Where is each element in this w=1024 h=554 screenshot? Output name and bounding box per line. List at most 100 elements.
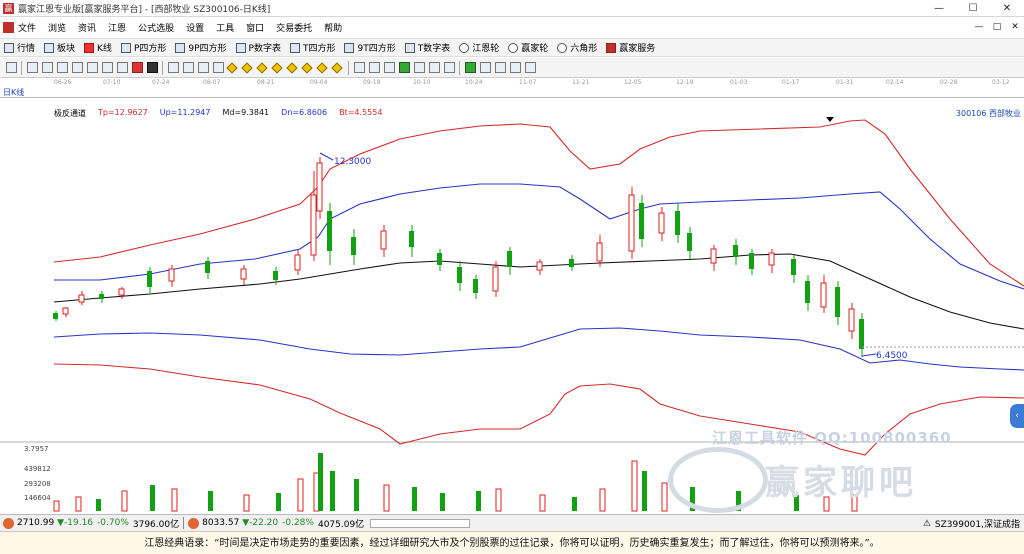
- maximize-button[interactable]: ☐: [956, 0, 990, 17]
- candle-body: [768, 252, 775, 266]
- menu-browse[interactable]: 浏览: [48, 21, 66, 34]
- volume-label: 293208: [24, 480, 51, 488]
- candle-body: [628, 194, 635, 252]
- kline-chart[interactable]: 12.3000 6.4500: [0, 99, 1024, 514]
- table-icon: [404, 42, 415, 53]
- menu-settings[interactable]: 设置: [186, 21, 204, 34]
- toolbar-p-square[interactable]: P四方形: [120, 41, 166, 54]
- diamond-tool-icon[interactable]: [271, 61, 283, 74]
- green-tool-icon[interactable]: [399, 62, 410, 73]
- black-marker-icon[interactable]: [147, 62, 158, 73]
- date-tick: 10-24: [465, 79, 483, 86]
- candle-body: [168, 268, 175, 282]
- diamond-tool-icon[interactable]: [241, 61, 253, 74]
- diamond-tool-icon[interactable]: [226, 61, 238, 74]
- menu-tools[interactable]: 工具: [216, 21, 234, 34]
- diamond-tool-icon[interactable]: [316, 61, 328, 74]
- candle-body: [687, 233, 692, 251]
- toolbar-quotes[interactable]: 行情: [4, 41, 35, 54]
- candle-body: [848, 308, 855, 332]
- candle-body: [507, 251, 512, 267]
- candle-tool-icon[interactable]: [117, 62, 128, 73]
- info-tool-icon[interactable]: [42, 62, 53, 73]
- ray-tool-icon[interactable]: [414, 62, 425, 73]
- menu-help[interactable]: 帮助: [324, 21, 342, 34]
- date-tick: 01-03: [730, 79, 748, 86]
- volume-bar: [276, 493, 281, 511]
- status-scrollbar[interactable]: [370, 518, 471, 528]
- shenzhen-index-icon[interactable]: [188, 517, 200, 529]
- high-price-label: 12.3000: [334, 157, 371, 167]
- toolbar-t-square[interactable]: T四方形: [289, 41, 335, 54]
- period-label[interactable]: 日K线: [3, 87, 24, 98]
- watermark-text: 江恩工具软件 QQ:100800360: [712, 429, 952, 447]
- diamond-tool-icon[interactable]: [301, 61, 313, 74]
- shanghai-index-icon[interactable]: [3, 517, 14, 529]
- candle-body: [492, 266, 499, 292]
- candle-tool-icon[interactable]: [72, 62, 83, 73]
- toolbar-service[interactable]: 赢家服务: [606, 41, 655, 54]
- menu-trade[interactable]: 交易委托: [276, 21, 312, 34]
- candle-body: [820, 282, 827, 308]
- next-bar-icon[interactable]: [198, 62, 209, 73]
- volume-bar: [330, 471, 335, 511]
- toolbar-t-table[interactable]: T数字表: [404, 41, 450, 54]
- line-tool-icon[interactable]: [384, 62, 395, 73]
- fan-tool-icon[interactable]: [429, 62, 440, 73]
- mdi-close-button[interactable]: ✕: [1006, 18, 1024, 37]
- menu-news[interactable]: 资讯: [78, 21, 96, 34]
- low-price-label: 6.4500: [876, 351, 908, 361]
- sh-index-value: 2710.99: [17, 518, 55, 528]
- toolbar-winner-wheel[interactable]: 赢家轮: [508, 41, 548, 54]
- toolbar-hexagon[interactable]: 六角形: [557, 41, 597, 54]
- candle-tool-icon[interactable]: [57, 62, 68, 73]
- toolbar-sector[interactable]: 板块: [44, 41, 75, 54]
- toolbar-gann-wheel[interactable]: 江恩轮: [459, 41, 499, 54]
- toolbar-9p-square[interactable]: 9P四方形: [175, 41, 227, 54]
- toolbar-p-table[interactable]: P数字表: [235, 41, 281, 54]
- candle-tool-icon[interactable]: [102, 62, 113, 73]
- hand-tool-icon[interactable]: [354, 62, 365, 73]
- calc-tool-icon[interactable]: [465, 62, 476, 73]
- service-icon: [606, 42, 617, 53]
- side-expand-button[interactable]: ‹: [1010, 404, 1024, 428]
- first-bar-icon[interactable]: [168, 62, 179, 73]
- toolbar-separator: [21, 60, 22, 75]
- volume-bar: [476, 491, 481, 511]
- save-tool-icon[interactable]: [495, 62, 506, 73]
- diamond-tool-icon[interactable]: [256, 61, 268, 74]
- menu-gann[interactable]: 江恩: [108, 21, 126, 34]
- volume-bar: [318, 453, 323, 511]
- toolbar-kline[interactable]: K线: [84, 41, 112, 54]
- print-tool-icon[interactable]: [510, 62, 521, 73]
- export-tool-icon[interactable]: [525, 62, 536, 73]
- minimize-button[interactable]: —: [922, 0, 956, 17]
- diamond-tool-icon[interactable]: [286, 61, 298, 74]
- zoom-tool-icon[interactable]: [27, 62, 38, 73]
- toolbar-9t-square[interactable]: 9T四方形: [344, 41, 396, 54]
- candle-body: [457, 267, 462, 283]
- mdi-minimize-button[interactable]: —: [970, 18, 988, 37]
- diamond-tool-icon[interactable]: [331, 61, 343, 74]
- red-marker-icon[interactable]: [132, 62, 143, 73]
- menu-formula[interactable]: 公式选股: [138, 21, 174, 34]
- status-alert-icon[interactable]: ⚠: [923, 519, 931, 529]
- candle-body: [536, 261, 543, 271]
- crosshair-tool-icon[interactable]: [369, 62, 380, 73]
- candle-body: [240, 268, 247, 280]
- last-bar-icon[interactable]: [213, 62, 224, 73]
- date-tick: 11-07: [519, 79, 537, 86]
- current-index-name[interactable]: SZ399001,深证成指: [935, 517, 1020, 530]
- grid-icon: [44, 42, 55, 53]
- cursor-tool-icon[interactable]: [6, 62, 17, 73]
- circle-tool-icon[interactable]: [444, 62, 455, 73]
- prev-bar-icon[interactable]: [183, 62, 194, 73]
- menu-window[interactable]: 窗口: [246, 21, 264, 34]
- candle-tool-icon[interactable]: [87, 62, 98, 73]
- menu-file[interactable]: 文件: [18, 21, 36, 34]
- close-button[interactable]: ✕: [990, 0, 1024, 17]
- candle-body: [53, 313, 58, 319]
- calendar-tool-icon[interactable]: [480, 62, 491, 73]
- volume-bar: [383, 484, 390, 512]
- mdi-restore-button[interactable]: □: [988, 18, 1006, 37]
